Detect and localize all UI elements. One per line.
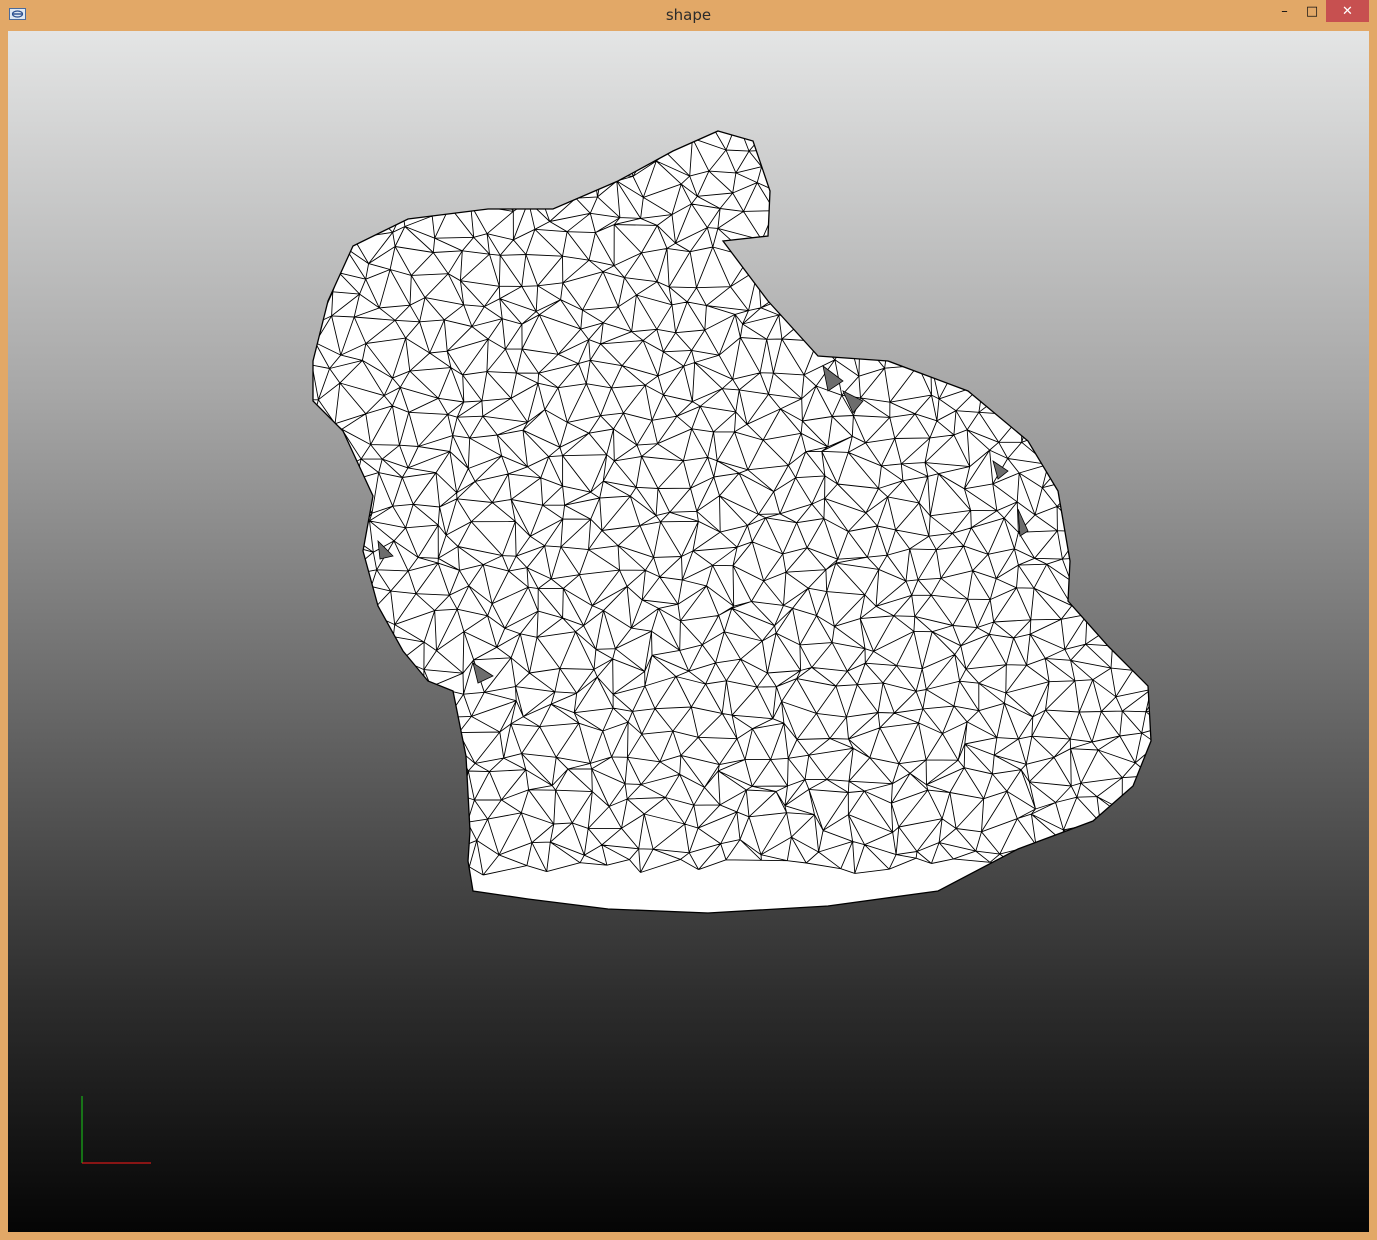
wireframe-mesh[interactable] <box>289 117 1187 914</box>
axis-indicator <box>81 1096 151 1164</box>
minimize-icon: – <box>1281 3 1288 19</box>
window-title: shape <box>665 6 712 24</box>
maximize-icon: □ <box>1305 3 1319 19</box>
close-button[interactable]: ✕ <box>1326 0 1369 22</box>
title-bar[interactable]: shape – □ ✕ <box>0 0 1377 31</box>
app-window: shape – □ ✕ <box>0 0 1377 1240</box>
close-icon: ✕ <box>1342 3 1353 19</box>
minimize-button[interactable]: – <box>1271 0 1298 22</box>
mesh-scene[interactable] <box>8 31 1369 1232</box>
maximize-button[interactable]: □ <box>1298 0 1326 22</box>
3d-viewport[interactable] <box>8 31 1369 1232</box>
